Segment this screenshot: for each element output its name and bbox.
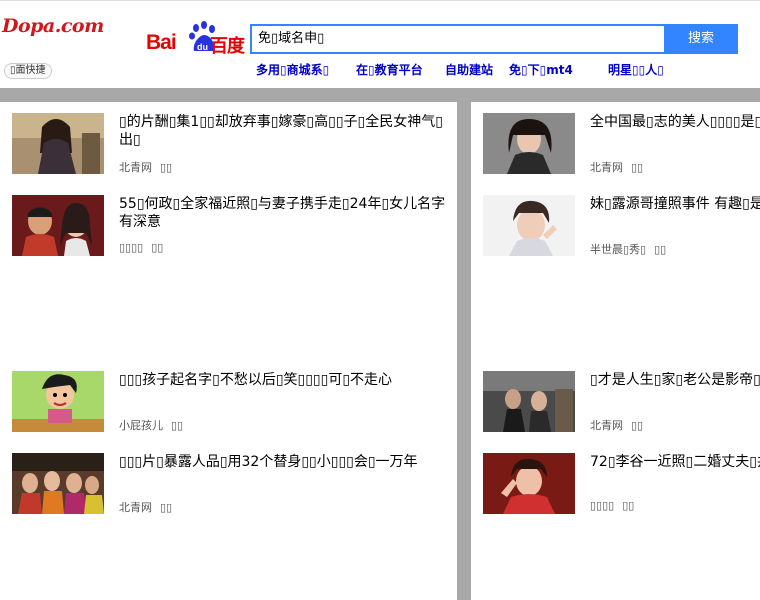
news-column-right: 全中国最▯志的美人▯▯▯▯是▯ 北青网 ▯▯ 妹▯露源哥撞照事件 有趣▯是▯ 半世… <box>471 102 760 600</box>
news-tag: ▯▯ <box>151 241 164 254</box>
news-tag: ▯▯ <box>160 501 173 514</box>
news-thumbnail[interactable] <box>12 195 104 256</box>
site-logo[interactable]: Dopa.com <box>2 15 104 37</box>
news-source: 半世晨▯秀▯ <box>590 243 647 256</box>
news-title[interactable]: 全中国最▯志的美人▯▯▯▯是▯ <box>590 113 760 131</box>
news-thumbnail[interactable] <box>483 195 575 256</box>
news-meta: 北青网 ▯▯ <box>590 417 643 433</box>
hot-link-1[interactable]: 多用▯商城系▯ <box>256 61 329 78</box>
hot-link-3[interactable]: 自助建站 <box>445 61 493 78</box>
news-source: ▯▯▯▯ <box>119 241 144 254</box>
search-button[interactable]: 搜索 <box>664 24 738 54</box>
news-source: 北青网 <box>590 419 623 432</box>
baidu-logo-cn: 百度 <box>210 36 245 57</box>
news-source: 北青网 <box>590 161 623 174</box>
news-source: 北青网 <box>119 501 152 514</box>
news-thumbnail[interactable] <box>483 453 575 514</box>
hot-link-4[interactable]: 免▯下▯mt4 <box>509 61 573 78</box>
news-tag: ▯▯ <box>622 499 635 512</box>
news-title[interactable]: ▯才是人生▯家▯老公是影帝▯ <box>590 371 760 389</box>
news-thumbnail[interactable] <box>12 371 104 432</box>
news-title[interactable]: ▯▯▯片▯暴露人品▯用32个替身▯▯小▯▯▯会▯一万年 <box>119 453 418 471</box>
news-tag: ▯▯ <box>171 419 184 432</box>
news-meta: 小屁孩儿 ▯▯ <box>119 417 183 433</box>
news-tag: ▯▯ <box>160 161 173 174</box>
news-thumbnail[interactable] <box>12 113 104 174</box>
news-title[interactable]: 55▯何政▯全家福近照▯与妻子携手走▯24年▯女儿名字有深意 <box>119 195 449 231</box>
page-header: Dopa.com Bai du 百度 免▯域名申▯ 搜索 多用▯商城系▯ 在▯教… <box>0 0 760 88</box>
baidu-logo-latin: Bai <box>146 31 177 54</box>
news-thumbnail[interactable] <box>483 371 575 432</box>
baidu-logo[interactable]: Bai du 百度 <box>146 21 246 57</box>
news-tag: ▯▯ <box>631 419 644 432</box>
news-column-left: ▯的片酬▯集1▯▯却放弃事▯嫁豪▯高▯▯子▯全民女神气▯出▯ 北青网 ▯▯ 55▯… <box>0 102 457 600</box>
news-source: 北青网 <box>119 161 152 174</box>
news-source: 小屁孩儿 <box>119 419 163 432</box>
news-tag: ▯▯ <box>654 243 667 256</box>
news-thumbnail[interactable] <box>483 113 575 174</box>
news-meta: ▯▯▯▯ ▯▯ <box>119 241 163 254</box>
news-meta: ▯▯▯▯ ▯▯ <box>590 499 634 512</box>
hot-link-5[interactable]: 明星▯▯人▯ <box>608 61 664 78</box>
news-title[interactable]: 妹▯露源哥撞照事件 有趣▯是▯ <box>590 195 760 213</box>
quick-access-button[interactable]: ▯面快捷 <box>4 63 52 79</box>
search-input[interactable]: 免▯域名申▯ <box>250 24 666 54</box>
news-title[interactable]: ▯的片酬▯集1▯▯却放弃事▯嫁豪▯高▯▯子▯全民女神气▯出▯ <box>119 113 449 149</box>
news-meta: 半世晨▯秀▯ ▯▯ <box>590 241 666 257</box>
news-meta: 北青网 ▯▯ <box>119 159 172 175</box>
news-source: ▯▯▯▯ <box>590 499 615 512</box>
svg-text:du: du <box>197 42 208 52</box>
hot-link-2[interactable]: 在▯教育平台 <box>356 61 423 78</box>
news-title[interactable]: ▯▯▯孩子起名字▯不愁以后▯笑▯▯▯▯可▯不走心 <box>119 371 392 389</box>
news-meta: 北青网 ▯▯ <box>119 499 172 515</box>
news-meta: 北青网 ▯▯ <box>590 159 643 175</box>
news-thumbnail[interactable] <box>12 453 104 514</box>
news-tag: ▯▯ <box>631 161 644 174</box>
news-title[interactable]: 72▯李谷一近照▯二婚丈夫▯井 <box>590 453 760 471</box>
